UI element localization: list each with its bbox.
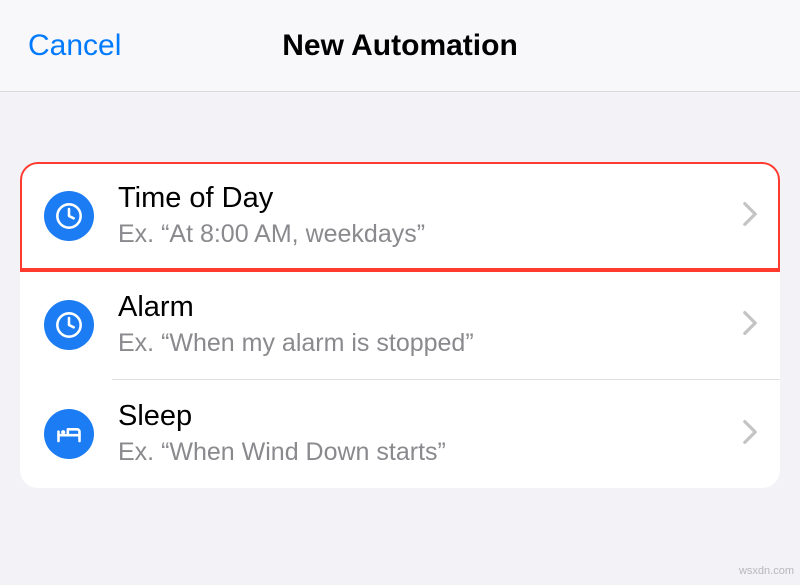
trigger-list: Time of Day Ex. “At 8:00 AM, weekdays” A… [20, 162, 780, 488]
bed-icon [44, 409, 94, 459]
content-area: Time of Day Ex. “At 8:00 AM, weekdays” A… [0, 92, 800, 508]
page-title: New Automation [282, 29, 518, 63]
chevron-right-icon [742, 419, 758, 450]
cancel-button[interactable]: Cancel [0, 29, 121, 63]
trigger-subtitle: Ex. “When Wind Down starts” [118, 436, 730, 470]
clock-icon [44, 300, 94, 350]
trigger-title: Sleep [118, 398, 730, 434]
trigger-alarm[interactable]: Alarm Ex. “When my alarm is stopped” [20, 271, 780, 379]
trigger-sleep[interactable]: Sleep Ex. “When Wind Down starts” [20, 380, 780, 488]
trigger-text: Sleep Ex. “When Wind Down starts” [118, 398, 730, 470]
clock-icon [44, 191, 94, 241]
chevron-right-icon [742, 201, 758, 232]
trigger-title: Alarm [118, 289, 730, 325]
trigger-time-of-day[interactable]: Time of Day Ex. “At 8:00 AM, weekdays” [20, 162, 780, 270]
trigger-text: Alarm Ex. “When my alarm is stopped” [118, 289, 730, 361]
trigger-subtitle: Ex. “At 8:00 AM, weekdays” [118, 218, 730, 252]
watermark: wsxdn.com [739, 565, 794, 577]
trigger-subtitle: Ex. “When my alarm is stopped” [118, 327, 730, 361]
chevron-right-icon [742, 310, 758, 341]
trigger-title: Time of Day [118, 180, 730, 216]
navigation-bar: Cancel New Automation [0, 0, 800, 92]
trigger-text: Time of Day Ex. “At 8:00 AM, weekdays” [118, 180, 730, 252]
